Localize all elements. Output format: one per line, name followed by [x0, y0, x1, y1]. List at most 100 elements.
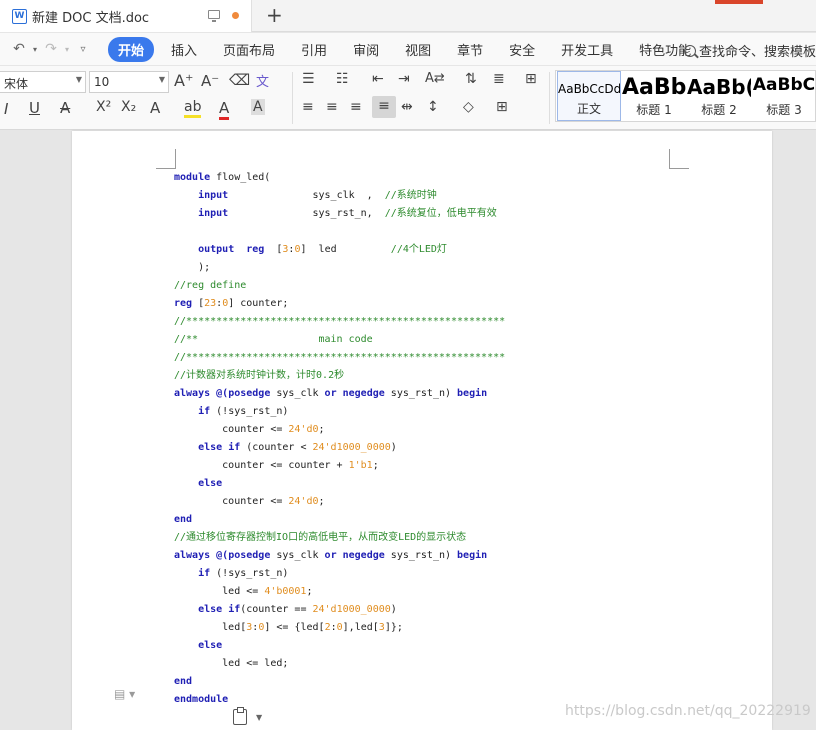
code-line: led[3:0] <= {led[2:0],led[3]};	[174, 619, 505, 637]
code-comment: //计数器对系统时钟计数，计时0.2秒	[174, 370, 345, 381]
italic-icon[interactable]: I	[4, 100, 8, 118]
strikethrough-icon[interactable]: A	[60, 99, 70, 117]
code-line: //计数器对系统时钟计数，计时0.2秒	[174, 367, 505, 385]
increase-indent-icon[interactable]: ⇥	[398, 71, 410, 87]
menu-tab[interactable]: 引用	[288, 40, 340, 59]
decrease-indent-icon[interactable]: ⇤	[372, 71, 384, 87]
align-right-icon[interactable]: ≡	[350, 99, 362, 115]
code-text: );	[174, 262, 211, 273]
char-shading-icon[interactable]: A	[251, 99, 265, 115]
monitor-icon[interactable]	[208, 10, 220, 22]
code-line: //reg define	[174, 277, 505, 295]
code-text: led <= led;	[174, 658, 289, 669]
menu-tab[interactable]: 章节	[444, 40, 496, 59]
code-line: counter <= 24'd0;	[174, 421, 505, 439]
menu-tab[interactable]: 审阅	[340, 40, 392, 59]
code-line: );	[174, 259, 505, 277]
menu-tab[interactable]: 开始	[108, 36, 155, 62]
shading-icon[interactable]: ◇	[463, 99, 474, 115]
numbered-list-icon[interactable]: ☷	[336, 71, 349, 87]
chevron-down-icon: ▼	[158, 75, 165, 84]
superscript-icon[interactable]: X²	[96, 99, 111, 115]
code-line: end	[174, 511, 505, 529]
clear-format-icon[interactable]: ⌫	[229, 71, 250, 89]
distribute-icon[interactable]: ⇹	[401, 99, 413, 115]
paste-options-icon[interactable]	[233, 707, 247, 725]
redo-dropdown-icon[interactable]: ▾	[62, 45, 72, 54]
code-text: sys_clk	[270, 550, 325, 561]
menu-tab[interactable]: 页面布局	[210, 40, 288, 59]
subscript-icon[interactable]: X₂	[121, 99, 136, 115]
highlight-icon[interactable]: ab	[184, 99, 202, 118]
code-line: counter <= counter + 1'b1;	[174, 457, 505, 475]
style-gallery: AaBbCcDd 正文 AaBb 标题 1 AaBb(标题 2 AaBbC 标题 3	[555, 70, 816, 122]
bullet-list-icon[interactable]: ☰	[302, 71, 315, 87]
code-text: sys_rst_n)	[384, 388, 458, 399]
text-effect-icon[interactable]: A	[150, 99, 160, 117]
style-option[interactable]: AaBb(标题 2	[687, 71, 751, 121]
code-text: @(	[216, 550, 229, 561]
style-option[interactable]: AaBbC 标题 3	[752, 71, 816, 121]
border-icon[interactable]: ⊞	[496, 99, 508, 115]
justify-icon[interactable]: ≡	[372, 96, 396, 118]
quick-access-toolbar: ↶ ▾ ↷ ▾ ▿	[0, 41, 94, 57]
code-line: else	[174, 637, 505, 655]
line-spacing-menu-icon[interactable]: ≣	[493, 71, 505, 87]
code-comment: //系统复位，低电平有效	[384, 208, 497, 219]
phonetic-guide-icon[interactable]: 文	[256, 71, 269, 90]
style-option[interactable]: AaBbCcDd 正文	[557, 71, 621, 121]
code-line: input sys_rst_n, //系统复位，低电平有效	[174, 205, 505, 223]
text-direction-icon[interactable]: A⇄	[425, 71, 445, 86]
window-close-edge[interactable]	[715, 0, 763, 4]
code-line: led <= led;	[174, 655, 505, 673]
code-text: ] counter;	[228, 298, 289, 309]
paragraph-layout-icon[interactable]: ▤ ▾	[114, 687, 135, 701]
code-text: ;	[318, 424, 325, 435]
font-name-select[interactable]: 宋体 ▼	[0, 71, 86, 93]
menu-tab[interactable]: 视图	[392, 40, 444, 59]
align-left-icon[interactable]: ≡	[302, 99, 314, 115]
chevron-down-icon[interactable]: ▼	[256, 713, 262, 722]
undo-dropdown-icon[interactable]: ▾	[30, 45, 40, 54]
menu-tab[interactable]: 开发工具	[548, 40, 626, 59]
code-line: endmodule	[174, 691, 505, 709]
line-spacing-icon[interactable]: ↕	[427, 99, 439, 115]
sort-icon[interactable]: ⇅	[465, 71, 477, 87]
code-comment: //** main code	[174, 334, 373, 345]
style-option[interactable]: AaBb 标题 1	[622, 71, 686, 121]
grow-font-icon[interactable]: A⁺	[174, 71, 193, 90]
align-center-icon[interactable]: ≡	[326, 99, 338, 115]
table-icon[interactable]: ⊞	[525, 71, 537, 87]
redo-icon[interactable]: ↷	[40, 41, 62, 57]
code-line: counter <= 24'd0;	[174, 493, 505, 511]
unsaved-dot-icon	[232, 12, 239, 19]
font-size-select[interactable]: 10 ▼	[89, 71, 169, 93]
menu-tab[interactable]: 安全	[496, 40, 548, 59]
underline-icon[interactable]: U	[29, 99, 40, 117]
code-text: ],led[	[342, 622, 379, 633]
code-keyword: output	[198, 244, 235, 255]
code-text: sys_clk	[270, 388, 325, 399]
command-search[interactable]: 查找命令、搜索模板	[684, 41, 816, 60]
shrink-font-icon[interactable]: A⁻	[201, 72, 219, 90]
code-number: 23	[204, 298, 217, 309]
font-color-icon[interactable]: A	[219, 99, 230, 120]
new-tab-button[interactable]: +	[266, 3, 283, 27]
code-comment: //**************************************…	[174, 352, 506, 363]
undo-icon[interactable]: ↶	[8, 41, 30, 57]
ribbon-tabs: 开始 插入 页面布局 引用 审阅 视图 章节 安全 开发工具 特色功能	[108, 36, 704, 62]
code-keyword: begin	[457, 550, 488, 561]
code-keyword: else	[198, 640, 223, 651]
code-text: flow_led(	[210, 172, 271, 183]
document-page[interactable]: module flow_led( input sys_clk , //系统时钟 …	[72, 131, 772, 730]
menu-tab[interactable]: 插入	[158, 40, 210, 59]
code-body[interactable]: module flow_led( input sys_clk , //系统时钟 …	[174, 169, 505, 709]
code-text: ;	[318, 496, 325, 507]
customize-toolbar-icon[interactable]: ▿	[72, 44, 94, 55]
code-keyword: posedge	[228, 550, 271, 561]
